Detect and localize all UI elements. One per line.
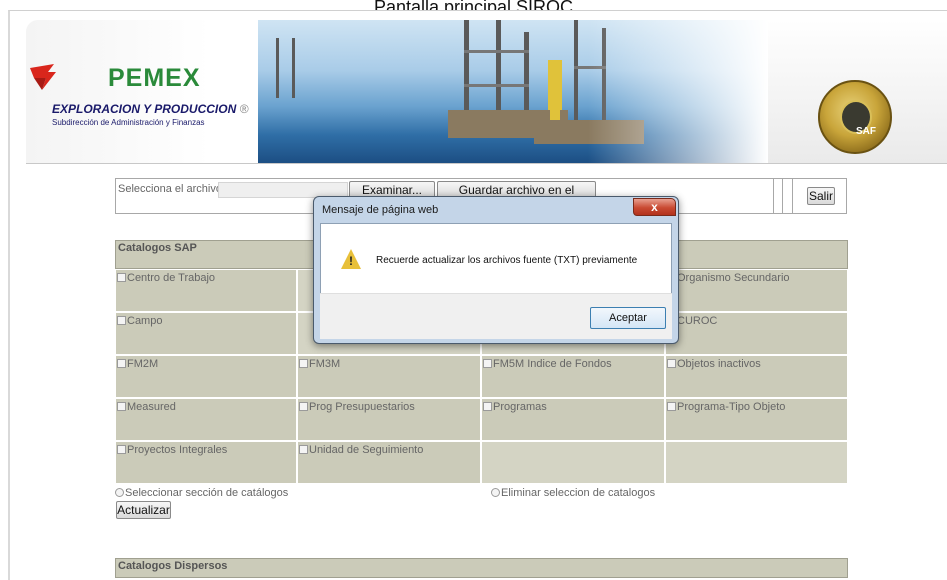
catalog-checkbox-label: FM3M — [309, 358, 341, 370]
catalog-checkbox-label: FM5M Indice de Fondos — [493, 358, 612, 370]
brand-name: PEMEX — [108, 64, 201, 92]
catalogs-dispersed-title: Catalogos Dispersos — [118, 560, 228, 572]
checkbox[interactable] — [117, 402, 126, 411]
division-name: EXPLORACION Y PRODUCCION ® — [52, 102, 248, 116]
division-text: EXPLORACION Y PRODUCCION — [52, 102, 237, 116]
catalog-cell — [481, 441, 665, 484]
catalog-checkbox-label: Prog Presupuestarios — [309, 401, 415, 413]
checkbox[interactable] — [117, 359, 126, 368]
catalog-checkbox-label: Unidad de Seguimiento — [309, 444, 424, 456]
catalog-checkbox-label: Programa-Tipo Objeto — [677, 401, 786, 413]
dialog-ok-button[interactable]: Aceptar — [590, 307, 666, 329]
catalog-checkbox-item[interactable]: Organismo Secundario — [667, 272, 790, 284]
dialog-message: Recuerde actualizar los archivos fuente … — [376, 255, 638, 266]
catalog-checkbox-label: Objetos inactivos — [677, 358, 761, 370]
catalog-checkbox-label: Organismo Secundario — [677, 272, 790, 284]
catalog-checkbox-label: CUROC — [677, 315, 718, 327]
warning-icon-mark: ! — [349, 254, 353, 268]
checkbox[interactable] — [299, 359, 308, 368]
dialog-title: Mensaje de página web — [322, 204, 439, 216]
catalog-checkbox-label: Campo — [127, 315, 163, 327]
radio-circle[interactable] — [491, 488, 500, 497]
checkbox[interactable] — [299, 445, 308, 454]
checkbox[interactable] — [117, 273, 126, 282]
upload-separator-cells — [773, 178, 793, 214]
subdivision-name: Subdirección de Administración y Finanza… — [52, 118, 205, 127]
catalog-checkbox-item[interactable]: Proyectos Integrales — [117, 444, 227, 456]
saf-seal-text: SAF — [856, 126, 876, 137]
catalog-checkbox-item[interactable]: Objetos inactivos — [667, 358, 761, 370]
checkbox[interactable] — [117, 445, 126, 454]
catalog-checkbox-item[interactable]: Unidad de Seguimiento — [299, 444, 423, 456]
select-all-catalogs-radio[interactable]: Seleccionar sección de catálogos — [115, 487, 288, 499]
pemex-eagle-logo — [30, 64, 56, 90]
catalog-checkbox-label: Centro de Trabajo — [127, 272, 216, 284]
catalog-checkbox-item[interactable]: Programas — [483, 401, 547, 413]
catalog-checkbox-item[interactable]: FM2M — [117, 358, 158, 370]
oil-rig-photo — [258, 20, 768, 163]
catalogs-sap-title: Catalogos SAP — [118, 242, 197, 254]
catalog-checkbox-item[interactable]: Measured — [117, 401, 176, 413]
catalog-checkbox-item[interactable]: FM5M Indice de Fondos — [483, 358, 612, 370]
checkbox[interactable] — [483, 359, 492, 368]
saf-seal-logo: SAF — [818, 80, 892, 154]
exit-button[interactable]: Salir — [807, 187, 835, 205]
file-select-label: Selecciona el archivo: — [118, 183, 226, 195]
clear-catalogs-radio[interactable]: Eliminar seleccion de catalogos — [491, 487, 655, 499]
dialog-close-button[interactable]: x — [633, 198, 676, 216]
catalog-checkbox-label: Proyectos Integrales — [127, 444, 228, 456]
catalog-checkbox-label: FM2M — [127, 358, 159, 370]
checkbox[interactable] — [667, 402, 676, 411]
catalog-checkbox-item[interactable]: Prog Presupuestarios — [299, 401, 415, 413]
catalog-checkbox-item[interactable]: FM3M — [299, 358, 340, 370]
select-all-label: Seleccionar sección de catálogos — [125, 487, 289, 499]
page-title: Pantalla principal SIROC — [373, 0, 574, 10]
catalog-checkbox-item[interactable]: Programa-Tipo Objeto — [667, 401, 785, 413]
checkbox[interactable] — [117, 316, 126, 325]
catalog-checkbox-item[interactable]: Campo — [117, 315, 162, 327]
checkbox[interactable] — [483, 402, 492, 411]
catalog-checkbox-label: Measured — [127, 401, 176, 413]
catalog-checkbox-label: Programas — [493, 401, 547, 413]
checkbox[interactable] — [667, 359, 676, 368]
checkbox[interactable] — [299, 402, 308, 411]
catalog-checkbox-item[interactable]: Centro de Trabajo — [117, 272, 215, 284]
clear-selection-label: Eliminar seleccion de catalogos — [501, 487, 656, 499]
update-button[interactable]: Actualizar — [116, 501, 171, 519]
radio-circle[interactable] — [115, 488, 124, 497]
catalog-cell — [665, 441, 848, 484]
registered-mark: ® — [239, 102, 249, 116]
